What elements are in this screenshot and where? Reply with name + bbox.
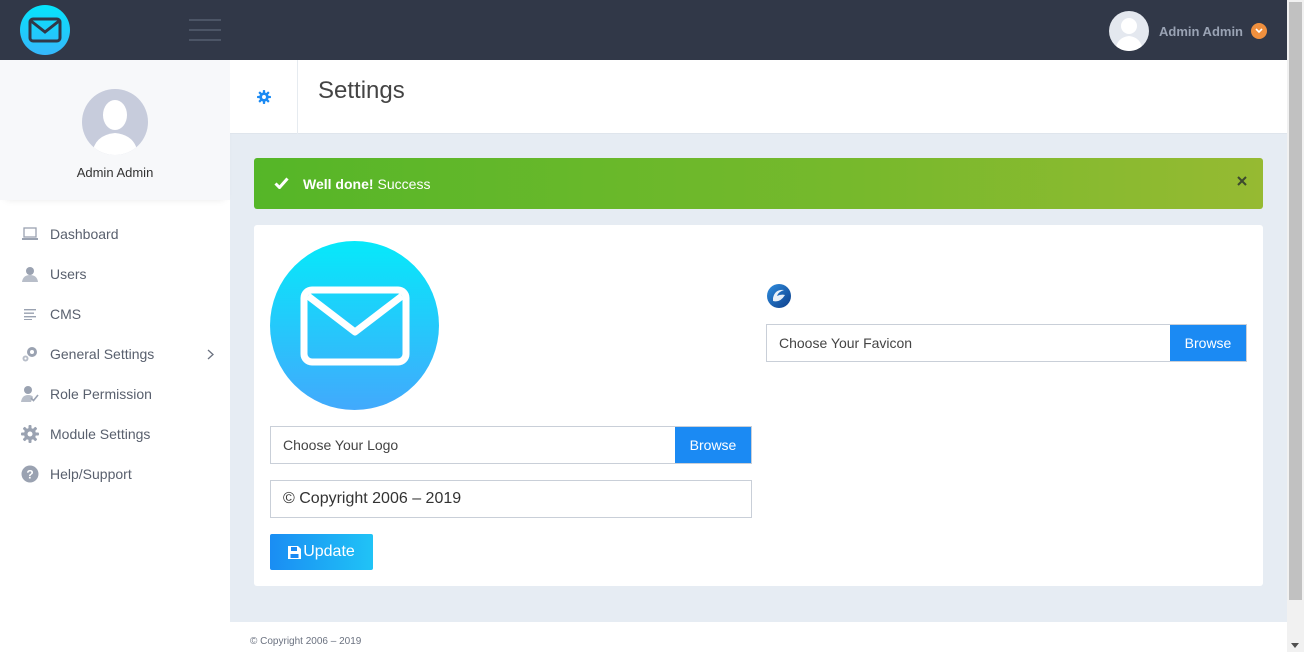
- favicon-file-placeholder: Choose Your Favicon: [779, 335, 913, 351]
- footer: © Copyright 2006 – 2019: [230, 622, 1287, 652]
- profile-avatar: [82, 89, 148, 155]
- favicon-icon: [767, 284, 791, 308]
- sidebar-item-label: Module Settings: [50, 426, 151, 442]
- user-icon: [20, 264, 40, 284]
- update-label: Update: [303, 543, 355, 560]
- user-check-icon: [20, 384, 40, 404]
- mail-icon: [300, 286, 409, 365]
- sidebar-item-label: Role Permission: [50, 386, 152, 402]
- floppy-disk-icon: [288, 545, 302, 559]
- user-silhouette-icon: [92, 100, 138, 155]
- sidebar-nav: Dashboard Users CMS General Settings Rol…: [0, 200, 230, 494]
- vertical-scrollbar[interactable]: [1287, 0, 1304, 652]
- sidebar-item-label: Help/Support: [50, 466, 132, 482]
- sidebar-item-label: CMS: [50, 306, 82, 322]
- settings-card: Choose Your Logo Browse Update Choose Yo…: [254, 225, 1263, 586]
- app-logo[interactable]: [20, 5, 70, 55]
- sidebar-item-dashboard[interactable]: Dashboard: [0, 214, 230, 254]
- logo-browse-button[interactable]: Browse: [675, 427, 751, 463]
- copyright-field[interactable]: [270, 480, 752, 518]
- laptop-icon: [20, 224, 40, 244]
- gear-icon: [20, 424, 40, 444]
- mail-icon: [28, 17, 62, 43]
- alert-strong: Well done!: [303, 175, 374, 192]
- user-silhouette-icon: [1114, 18, 1143, 51]
- menu-toggle-button[interactable]: [189, 19, 221, 41]
- logo-file-input[interactable]: Choose Your Logo Browse: [270, 426, 752, 464]
- favicon-file-input[interactable]: Choose Your Favicon Browse: [766, 324, 1247, 362]
- top-navbar: Admin Admin: [0, 0, 1287, 60]
- page-header: Settings: [230, 60, 1287, 134]
- question-icon: ?: [20, 464, 40, 484]
- sidebar-item-role-permission[interactable]: Role Permission: [0, 374, 230, 414]
- success-alert: Well done! Success: [254, 158, 1263, 209]
- list-icon: [20, 304, 40, 324]
- page-title: Settings: [318, 77, 405, 104]
- gears-icon: [20, 344, 40, 364]
- scrollbar-thumb[interactable]: [1289, 2, 1302, 600]
- user-menu[interactable]: Admin Admin: [1108, 11, 1267, 51]
- chevron-right-icon: [207, 347, 214, 363]
- sidebar-item-users[interactable]: Users: [0, 254, 230, 294]
- settings-header-icon: [230, 60, 298, 134]
- sidebar-item-general-settings[interactable]: General Settings: [0, 334, 230, 374]
- sidebar-item-label: Dashboard: [50, 226, 119, 242]
- sidebar: Admin Admin Dashboard Users CMS General …: [0, 60, 230, 652]
- checkmark-icon: [274, 176, 289, 192]
- chevron-down-icon[interactable]: [1251, 23, 1267, 39]
- sidebar-item-help-support[interactable]: ? Help/Support: [0, 454, 230, 494]
- favicon-preview: [766, 283, 792, 309]
- top-username: Admin Admin: [1158, 23, 1243, 39]
- profile-name: Admin Admin: [76, 165, 154, 180]
- favicon-browse-button[interactable]: Browse: [1170, 325, 1246, 361]
- avatar: [1108, 11, 1149, 51]
- update-button[interactable]: Update: [270, 534, 373, 570]
- sidebar-profile: Admin Admin: [0, 60, 230, 200]
- logo-preview: [270, 241, 439, 410]
- sidebar-item-label: Users: [50, 266, 87, 282]
- logo-file-placeholder: Choose Your Logo: [283, 437, 399, 453]
- svg-text:?: ?: [26, 468, 33, 482]
- scroll-down-arrow-icon[interactable]: [1291, 643, 1299, 648]
- footer-copyright: © Copyright 2006 – 2019: [250, 636, 362, 647]
- gear-icon: [256, 90, 271, 104]
- close-icon[interactable]: [1237, 173, 1247, 189]
- sidebar-item-cms[interactable]: CMS: [0, 294, 230, 334]
- sidebar-item-module-settings[interactable]: Module Settings: [0, 414, 230, 454]
- alert-message: Success: [377, 175, 431, 192]
- sidebar-item-label: General Settings: [50, 346, 155, 362]
